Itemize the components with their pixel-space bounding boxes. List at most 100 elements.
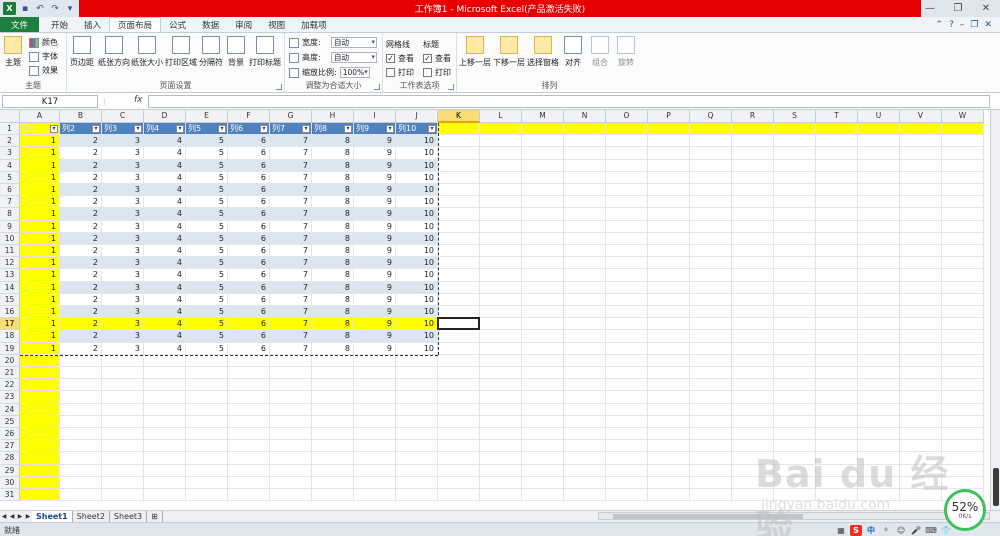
- cell-v30[interactable]: [900, 476, 942, 489]
- column-header-s[interactable]: S: [774, 110, 816, 123]
- cell-h29[interactable]: [312, 464, 354, 477]
- cell-c12[interactable]: 3: [102, 257, 144, 270]
- select-all-corner[interactable]: [0, 110, 20, 123]
- cell-q9[interactable]: [690, 220, 732, 233]
- cell-m21[interactable]: [522, 367, 564, 380]
- cell-b26[interactable]: [60, 428, 102, 441]
- group-button[interactable]: 组合: [591, 36, 609, 68]
- cell-l5[interactable]: [480, 171, 522, 184]
- cell-q25[interactable]: [690, 415, 732, 428]
- cell-h9[interactable]: 8: [312, 220, 354, 233]
- cell-r20[interactable]: [732, 354, 774, 367]
- tab-addins[interactable]: 加载项: [293, 17, 335, 32]
- cell-l31[interactable]: [480, 489, 522, 502]
- cell-i10[interactable]: 9: [354, 232, 396, 245]
- cell-u18[interactable]: [858, 330, 900, 343]
- column-header-g[interactable]: G: [270, 110, 312, 123]
- filter-dropdown-icon[interactable]: ▾: [50, 125, 58, 133]
- cell-f16[interactable]: 6: [228, 306, 270, 319]
- cell-n18[interactable]: [564, 330, 606, 343]
- cell-i23[interactable]: [354, 391, 396, 404]
- tab-data[interactable]: 数据: [194, 17, 227, 32]
- cell-q12[interactable]: [690, 257, 732, 270]
- cell-s25[interactable]: [774, 415, 816, 428]
- cell-g22[interactable]: [270, 379, 312, 392]
- cell-d17[interactable]: 4: [144, 318, 186, 331]
- cell-f25[interactable]: [228, 415, 270, 428]
- cell-v11[interactable]: [900, 245, 942, 258]
- cell-s14[interactable]: [774, 281, 816, 294]
- cell-j15[interactable]: 10: [396, 293, 438, 306]
- print-area-button[interactable]: 打印区域: [165, 36, 197, 68]
- cell-k24[interactable]: [438, 403, 480, 416]
- cell-s7[interactable]: [774, 196, 816, 209]
- cell-b19[interactable]: 2: [60, 342, 102, 355]
- cell-r29[interactable]: [732, 464, 774, 477]
- cell-g2[interactable]: 7: [270, 135, 312, 148]
- cell-m31[interactable]: [522, 489, 564, 502]
- cell-h24[interactable]: [312, 403, 354, 416]
- column-header-j[interactable]: J: [396, 110, 438, 123]
- cell-v4[interactable]: [900, 159, 942, 172]
- cell-d3[interactable]: 4: [144, 147, 186, 160]
- cell-t13[interactable]: [816, 269, 858, 282]
- filter-dropdown-icon[interactable]: ▾: [302, 125, 310, 133]
- cell-o4[interactable]: [606, 159, 648, 172]
- cell-p31[interactable]: [648, 489, 690, 502]
- cell-r11[interactable]: [732, 245, 774, 258]
- cell-h15[interactable]: 8: [312, 293, 354, 306]
- cell-v14[interactable]: [900, 281, 942, 294]
- cell-o21[interactable]: [606, 367, 648, 380]
- cell-l25[interactable]: [480, 415, 522, 428]
- cell-b8[interactable]: 2: [60, 208, 102, 221]
- cell-b5[interactable]: 2: [60, 171, 102, 184]
- cell-q5[interactable]: [690, 171, 732, 184]
- cell-t27[interactable]: [816, 440, 858, 453]
- column-header-n[interactable]: N: [564, 110, 606, 123]
- cell-w1[interactable]: [942, 123, 984, 136]
- cell-c10[interactable]: 3: [102, 232, 144, 245]
- cell-d13[interactable]: 4: [144, 269, 186, 282]
- tab-formulas[interactable]: 公式: [161, 17, 194, 32]
- row-header-18[interactable]: 18: [0, 330, 20, 343]
- scale-launcher-icon[interactable]: [374, 84, 380, 90]
- cell-j28[interactable]: [396, 452, 438, 465]
- cell-j9[interactable]: 10: [396, 220, 438, 233]
- cell-j3[interactable]: 10: [396, 147, 438, 160]
- sheet-tab-sheet1[interactable]: Sheet1: [32, 511, 73, 522]
- cell-u29[interactable]: [858, 464, 900, 477]
- cell-d1[interactable]: 列4 ▾: [144, 123, 186, 136]
- cell-d18[interactable]: 4: [144, 330, 186, 343]
- cell-g3[interactable]: 7: [270, 147, 312, 160]
- cell-s13[interactable]: [774, 269, 816, 282]
- cell-p28[interactable]: [648, 452, 690, 465]
- cell-c16[interactable]: 3: [102, 306, 144, 319]
- cell-b29[interactable]: [60, 464, 102, 477]
- cell-j29[interactable]: [396, 464, 438, 477]
- cell-a14[interactable]: 1: [20, 281, 60, 294]
- cell-a1[interactable]: 列1 ▾: [20, 123, 60, 136]
- cell-d31[interactable]: [144, 489, 186, 502]
- cell-w14[interactable]: [942, 281, 984, 294]
- cell-k8[interactable]: [438, 208, 480, 221]
- cell-v24[interactable]: [900, 403, 942, 416]
- filter-dropdown-icon[interactable]: ▾: [176, 125, 184, 133]
- cell-o29[interactable]: [606, 464, 648, 477]
- cell-u31[interactable]: [858, 489, 900, 502]
- column-header-q[interactable]: Q: [690, 110, 732, 123]
- cell-l2[interactable]: [480, 135, 522, 148]
- cell-a15[interactable]: 1: [20, 293, 60, 306]
- cell-c31[interactable]: [102, 489, 144, 502]
- prev-sheet-icon[interactable]: ◀: [8, 513, 16, 520]
- cell-g28[interactable]: [270, 452, 312, 465]
- row-header-19[interactable]: 19: [0, 342, 20, 355]
- cell-b18[interactable]: 2: [60, 330, 102, 343]
- cell-m6[interactable]: [522, 184, 564, 197]
- cell-c4[interactable]: 3: [102, 159, 144, 172]
- cell-i8[interactable]: 9: [354, 208, 396, 221]
- column-header-e[interactable]: E: [186, 110, 228, 123]
- cell-p17[interactable]: [648, 318, 690, 331]
- cell-n15[interactable]: [564, 293, 606, 306]
- row-header-14[interactable]: 14: [0, 281, 20, 294]
- cell-n13[interactable]: [564, 269, 606, 282]
